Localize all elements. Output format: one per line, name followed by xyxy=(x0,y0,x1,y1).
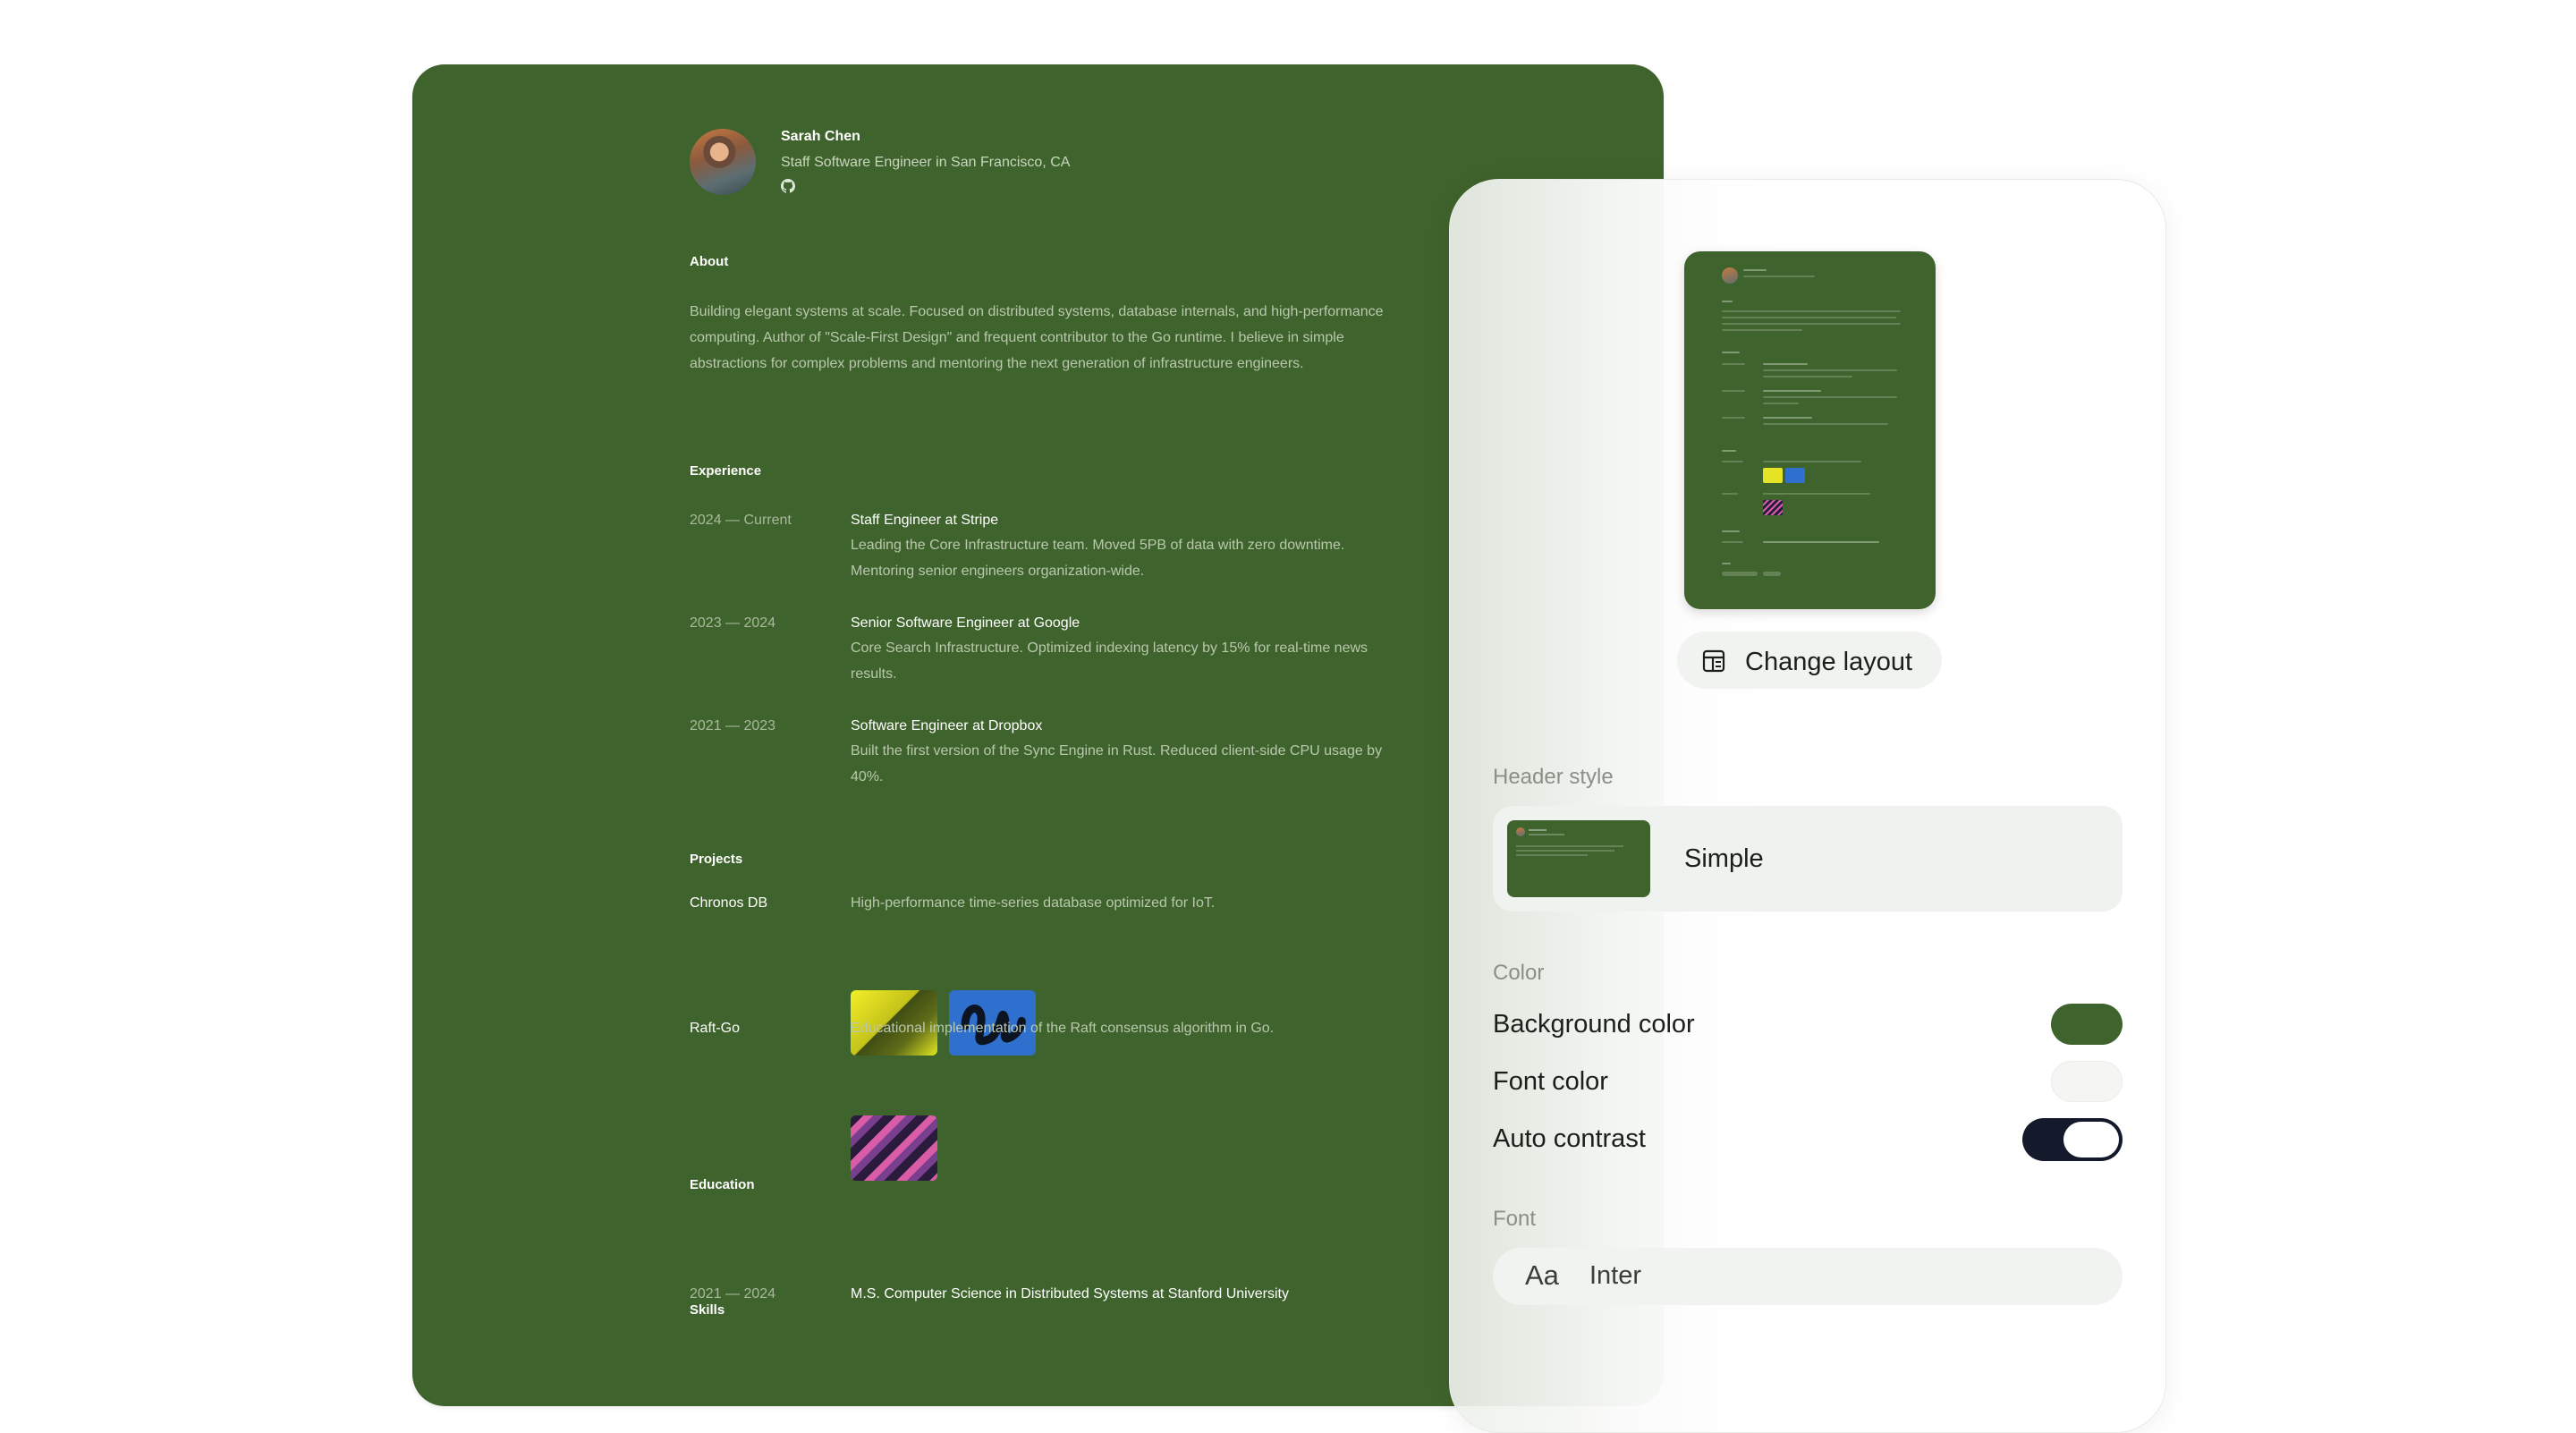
experience-date: 2024 — Current xyxy=(690,513,792,528)
preview-line xyxy=(1763,376,1852,377)
preview-line xyxy=(1763,403,1799,404)
experience-title: Staff Engineer at Stripe xyxy=(851,513,999,528)
change-layout-label: Change layout xyxy=(1745,648,1913,676)
auto-contrast-toggle[interactable] xyxy=(2022,1118,2123,1161)
preview-line xyxy=(1743,269,1767,271)
preview-line xyxy=(1722,352,1740,353)
education-title: M.S. Computer Science in Distributed Sys… xyxy=(851,1286,1289,1302)
preview-line xyxy=(1763,396,1897,398)
preview-line xyxy=(1722,390,1745,392)
font-label: Font xyxy=(1493,1207,1537,1231)
preview-line xyxy=(1722,541,1743,543)
preview-image xyxy=(1763,468,1783,483)
experience-desc: Built the first version of the Sync Engi… xyxy=(851,743,1383,784)
font-color-label: Font color xyxy=(1493,1067,1608,1096)
preview-line xyxy=(1722,363,1745,365)
project-desc: Educational implementation of the Raft c… xyxy=(851,1021,1275,1036)
education-heading: Education xyxy=(690,1177,755,1192)
skills-heading: Skills xyxy=(690,1302,725,1318)
preview-line xyxy=(1763,541,1879,543)
change-layout-button[interactable]: Change layout xyxy=(1677,632,1942,689)
preview-line xyxy=(1722,530,1740,532)
preview-line xyxy=(1722,323,1901,325)
header-style-value: Simple xyxy=(1684,844,1764,873)
toggle-knob xyxy=(2063,1122,2119,1157)
experience-desc: Core Search Infrastructure. Optimized in… xyxy=(851,640,1368,682)
experience-heading: Experience xyxy=(690,463,762,479)
auto-contrast-label: Auto contrast xyxy=(1493,1124,1646,1153)
layout-icon xyxy=(1702,649,1725,673)
project-image[interactable] xyxy=(851,1115,937,1181)
color-label: Color xyxy=(1493,961,1545,985)
about-heading: About xyxy=(690,254,729,269)
experience-title: Software Engineer at Dropbox xyxy=(851,718,1043,733)
preview-line xyxy=(1743,276,1815,277)
experience-date: 2023 — 2024 xyxy=(690,615,776,631)
preview-line xyxy=(1763,417,1812,419)
font-color-swatch[interactable] xyxy=(2051,1061,2123,1102)
profile-name: Sarah Chen xyxy=(781,129,860,144)
background-color-swatch[interactable] xyxy=(2051,1004,2123,1045)
preview-image xyxy=(1763,500,1783,515)
preview-line xyxy=(1722,493,1738,495)
font-selector[interactable]: Aa Inter xyxy=(1493,1248,2123,1305)
about-text: Building elegant systems at scale. Focus… xyxy=(690,304,1384,371)
skill-chip xyxy=(863,1406,949,1428)
github-icon[interactable] xyxy=(781,179,795,193)
header-style-thumbnail xyxy=(1507,820,1650,897)
preview-line xyxy=(1722,301,1733,302)
header-style-label: Header style xyxy=(1493,765,1614,789)
avatar xyxy=(690,129,756,195)
project-name: Chronos DB xyxy=(690,895,768,911)
project-name: Raft-Go xyxy=(690,1021,741,1036)
font-value: Inter xyxy=(1589,1261,1642,1290)
preview-chip xyxy=(1763,572,1781,576)
preview-line xyxy=(1722,310,1901,312)
education-date: 2021 — 2024 xyxy=(690,1286,776,1302)
layout-preview-thumbnail[interactable] xyxy=(1684,251,1936,609)
settings-panel: Change layout Header style Simple Color … xyxy=(1449,179,2166,1433)
preview-line xyxy=(1763,369,1897,371)
preview-line xyxy=(1722,450,1736,452)
preview-avatar xyxy=(1722,267,1738,284)
preview-line xyxy=(1763,363,1808,365)
experience-date: 2021 — 2023 xyxy=(690,718,776,733)
skill-chip xyxy=(690,1406,851,1428)
header-style-selector[interactable]: Simple xyxy=(1493,806,2123,912)
projects-heading: Projects xyxy=(690,852,743,867)
preview-line xyxy=(1722,417,1745,419)
experience-desc: Leading the Core Infrastructure team. Mo… xyxy=(851,538,1345,579)
preview-line xyxy=(1722,317,1896,318)
preview-line xyxy=(1722,329,1802,331)
font-sample: Aa xyxy=(1525,1259,1559,1291)
preview-line xyxy=(1763,390,1821,392)
preview-line xyxy=(1763,423,1888,425)
preview-line xyxy=(1722,461,1743,462)
preview-chip xyxy=(1722,572,1758,576)
project-desc: High-performance time-series database op… xyxy=(851,895,1216,911)
experience-title: Senior Software Engineer at Google xyxy=(851,615,1080,631)
preview-line xyxy=(1722,563,1731,564)
background-color-label: Background color xyxy=(1493,1010,1695,1039)
profile-subtitle: Staff Software Engineer in San Francisco… xyxy=(781,155,1071,170)
preview-line xyxy=(1763,461,1861,462)
preview-line xyxy=(1763,493,1870,495)
preview-image xyxy=(1785,468,1805,483)
